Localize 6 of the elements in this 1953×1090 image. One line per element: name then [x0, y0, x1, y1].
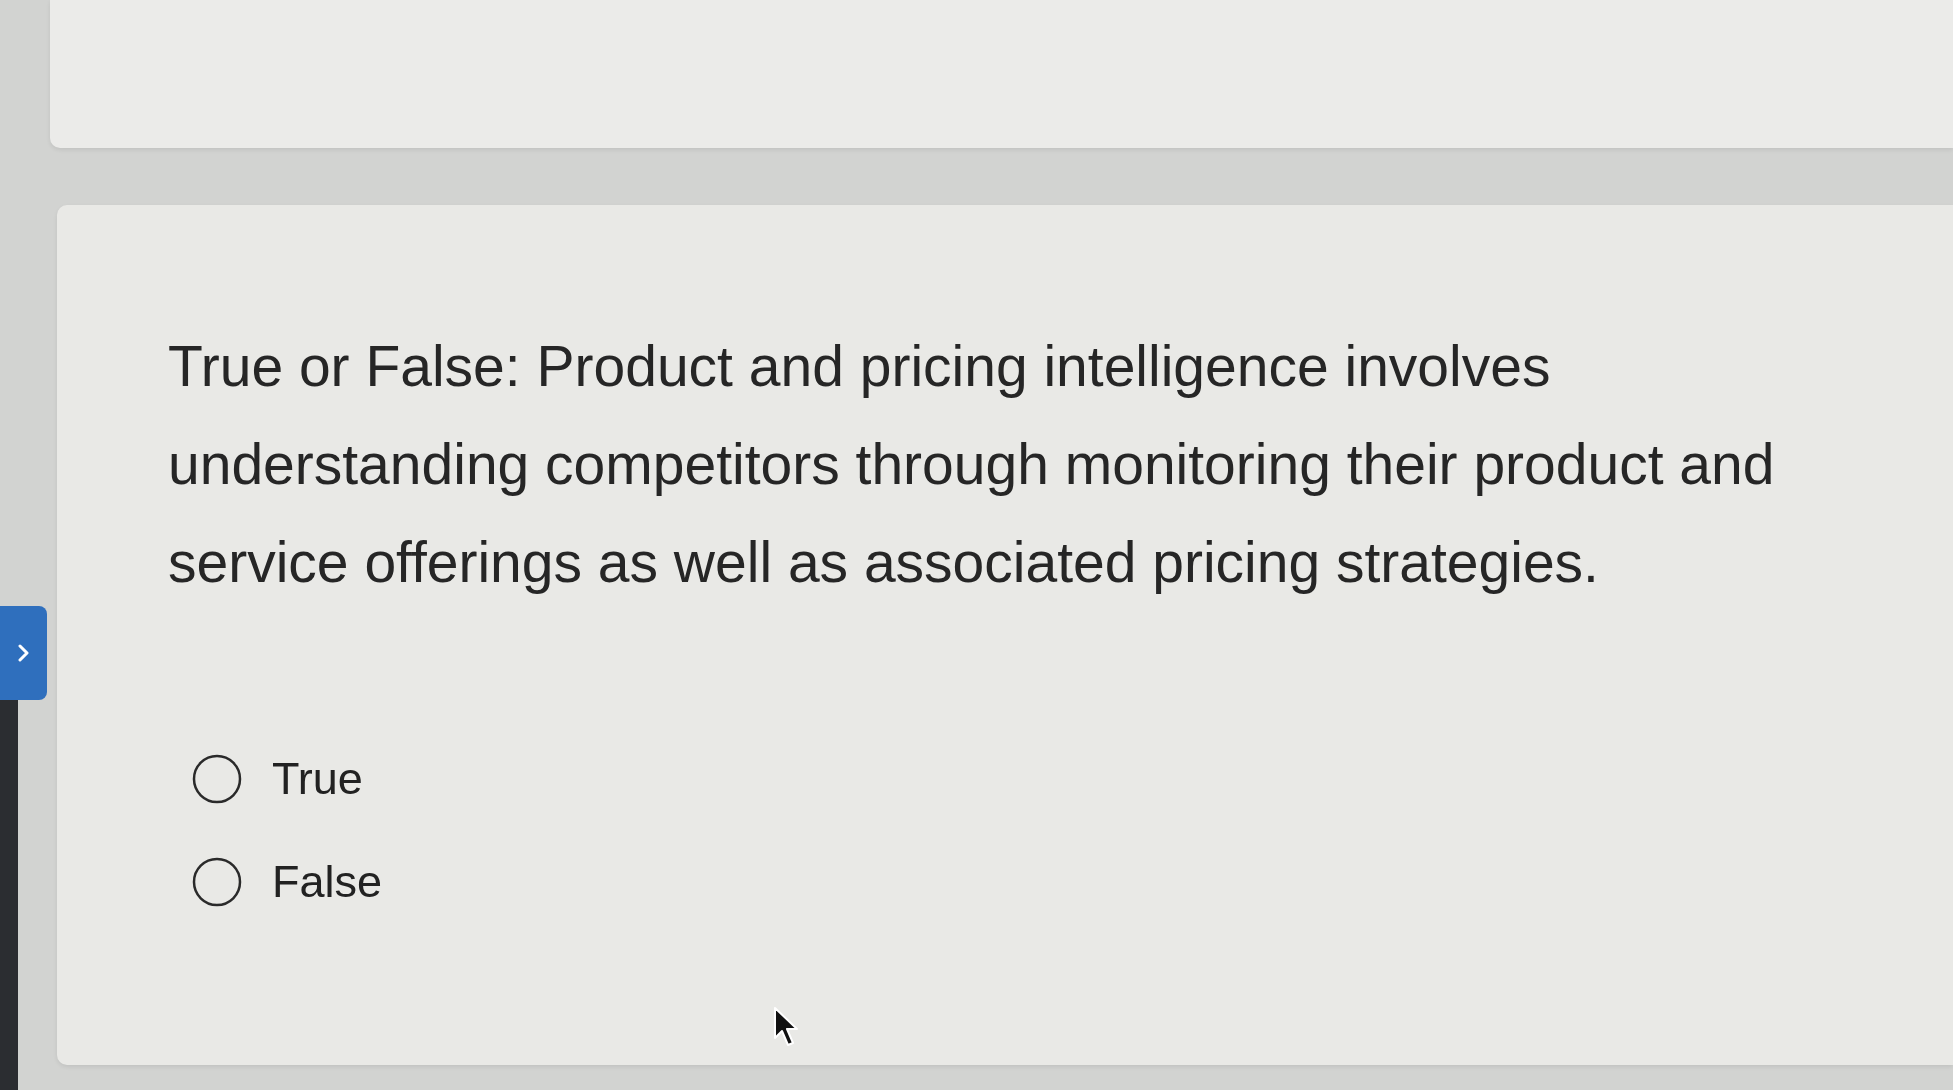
chevron-right-icon: [17, 644, 30, 662]
radio-option[interactable]: False: [192, 852, 383, 912]
side-panel-toggle-button[interactable]: [0, 606, 47, 700]
radio-option[interactable]: True: [192, 749, 363, 809]
mouse-pointer-icon: [773, 1006, 801, 1048]
question-text: True or False: Product and pricing intelligence involves understanding competitors through monitoring their product and service offerings as well as associated pricing strategies.: [168, 333, 1776, 596]
